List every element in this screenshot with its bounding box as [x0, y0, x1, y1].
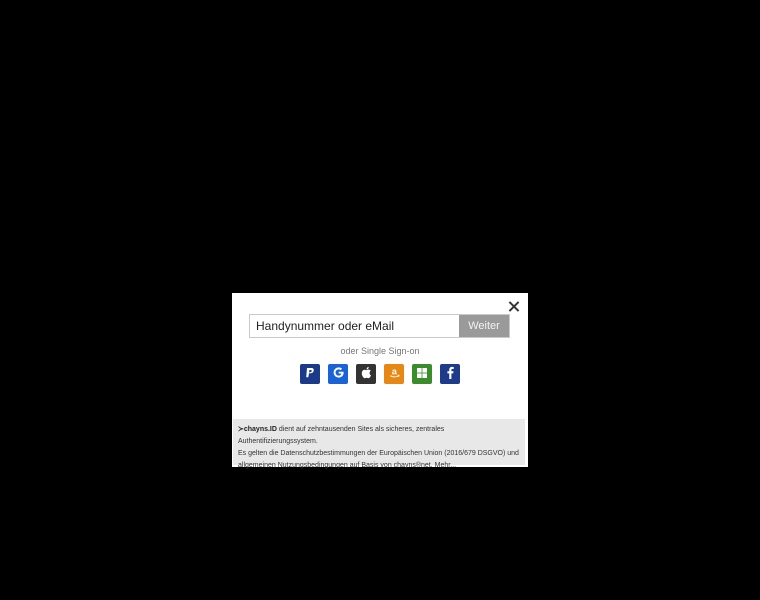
- microsoft-login-button[interactable]: [412, 364, 432, 384]
- amazon-icon: a: [388, 366, 401, 382]
- weiter-button[interactable]: Weiter: [459, 315, 509, 337]
- footer-line-2: Es gelten die Datenschutzbestimmungen de…: [238, 450, 519, 457]
- paypal-login-button[interactable]: [300, 364, 320, 384]
- login-input[interactable]: [250, 315, 459, 337]
- sso-buttons: a: [300, 364, 460, 384]
- windows-icon: [416, 367, 428, 382]
- login-row: Weiter: [249, 314, 510, 338]
- facebook-icon: [445, 366, 455, 382]
- amazon-login-button[interactable]: a: [384, 364, 404, 384]
- google-login-button[interactable]: [328, 364, 348, 384]
- facebook-login-button[interactable]: [440, 364, 460, 384]
- google-icon: [332, 366, 345, 382]
- footer-line-3: allgemeinen Nutzungsbedingungen auf Basi…: [238, 462, 433, 469]
- svg-text:a: a: [391, 366, 397, 376]
- login-dialog: Weiter oder Single Sign-on a: [232, 293, 528, 469]
- legal-footer: ≻chayns.ID dient auf zehntausenden Sites…: [233, 419, 525, 469]
- paypal-icon: [304, 367, 316, 382]
- apple-login-button[interactable]: [356, 364, 376, 384]
- chayns-id-brand: ≻chayns.ID: [238, 426, 277, 433]
- close-icon[interactable]: [506, 299, 522, 315]
- more-link[interactable]: Mehr...: [435, 462, 456, 469]
- sso-label: oder Single Sign-on: [340, 346, 420, 356]
- apple-icon: [360, 366, 372, 382]
